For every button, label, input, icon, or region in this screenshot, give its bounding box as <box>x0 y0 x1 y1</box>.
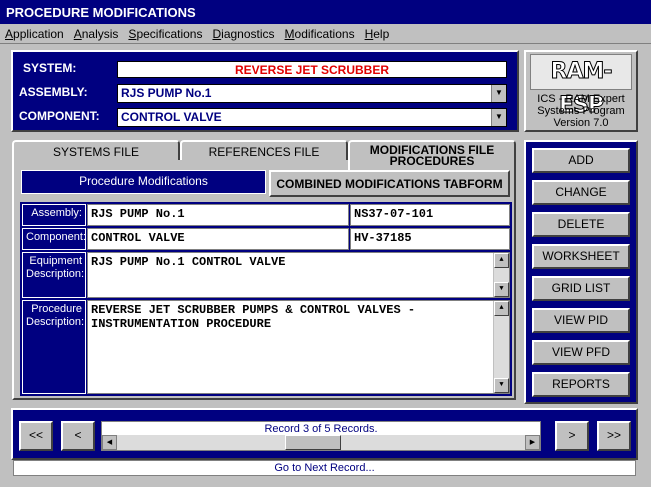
system-label: SYSTEM: <box>23 61 77 75</box>
system-field[interactable]: REVERSE JET SCRUBBER <box>117 61 507 78</box>
logo-line3: Version 7.0 <box>553 117 609 129</box>
assembly-label: ASSEMBLY: <box>19 85 88 99</box>
menu-modifications[interactable]: Modifications <box>280 24 360 44</box>
component-row-label: Component: <box>22 228 86 250</box>
tab-systems-file[interactable]: SYSTEMS FILE <box>12 140 180 160</box>
caption-text: Procedure Modifications <box>79 174 208 188</box>
previous-record-button[interactable]: < <box>61 421 95 451</box>
action-panel: ADD CHANGE DELETE WORKSHEET GRID LIST VIEW PI… <box>524 140 638 404</box>
combined-button-label: COMBINED MODIFICATIONS TABFORM <box>276 177 503 191</box>
record-form: Assembly: RJS PUMP No.1 NS37-07-101 Comp… <box>20 202 512 396</box>
procedure-description-line1: REVERSE JET SCRUBBER PUMPS & CONTROL VAL… <box>91 303 416 317</box>
system-value: REVERSE JET SCRUBBER <box>234 63 390 77</box>
menu-help[interactable]: Help <box>360 24 395 44</box>
chevron-down-icon[interactable]: ▼ <box>491 109 506 126</box>
record-scrollbar[interactable]: ◀ ▶ <box>102 435 540 450</box>
equipment-scrollbar[interactable]: ▲ ▼ <box>493 253 509 297</box>
procedure-scrollbar[interactable]: ▲ ▼ <box>493 301 509 393</box>
procedure-description-line2: INSTRUMENTATION PROCEDURE <box>91 317 272 331</box>
equipment-description-field[interactable]: RJS PUMP No.1 CONTROL VALVE ▲ ▼ <box>87 252 510 298</box>
worksheet-button[interactable]: WORKSHEET <box>532 244 630 269</box>
record-navigator: << < Record 3 of 5 Records. ◀ ▶ > >> <box>11 408 638 460</box>
scroll-down-icon[interactable]: ▼ <box>494 282 509 297</box>
record-count-text: Record 3 of 5 Records. <box>264 423 378 435</box>
scroll-left-icon[interactable]: ◀ <box>102 435 117 450</box>
menu-diagnostics[interactable]: Diagnostics <box>207 24 279 44</box>
view-pid-button[interactable]: VIEW PID <box>532 308 630 333</box>
logo-line1: ICS - RAM Expert <box>537 93 625 105</box>
tab-modifications-sublabel: PROCEDURES <box>389 154 475 168</box>
tab-systems-label: SYSTEMS FILE <box>52 145 140 159</box>
tab-references-file[interactable]: REFERENCES FILE <box>180 140 348 160</box>
view-pfd-button[interactable]: VIEW PFD <box>532 340 630 365</box>
scroll-thumb[interactable] <box>285 435 341 450</box>
grid-list-button[interactable]: GRID LIST <box>532 276 630 301</box>
procedure-description-label: Procedure Description: <box>22 300 86 394</box>
chevron-down-icon[interactable]: ▼ <box>491 85 506 102</box>
change-button[interactable]: CHANGE <box>532 180 630 205</box>
scroll-up-icon[interactable]: ▲ <box>494 301 509 316</box>
procedure-modifications-caption: Procedure Modifications <box>21 170 266 194</box>
last-record-button[interactable]: >> <box>597 421 631 451</box>
menu-specifications[interactable]: Specifications <box>123 24 207 44</box>
component-value: CONTROL VALVE <box>121 110 222 124</box>
tab-modifications-file[interactable]: MODIFICATIONS FILE PROCEDURES <box>348 140 516 170</box>
scroll-up-icon[interactable]: ▲ <box>494 253 509 268</box>
next-record-button[interactable]: > <box>555 421 589 451</box>
menu-application[interactable]: Application <box>0 24 69 44</box>
status-bar: Go to Next Record... <box>13 460 636 476</box>
procedure-description-field[interactable]: REVERSE JET SCRUBBER PUMPS & CONTROL VAL… <box>87 300 510 394</box>
assembly-value: RJS PUMP No.1 <box>121 86 212 100</box>
ram-esp-logo: RAM-ESP <box>530 54 632 119</box>
equipment-description-label: Equipment Description: <box>22 252 86 298</box>
reports-button[interactable]: REPORTS <box>532 372 630 397</box>
record-indicator: Record 3 of 5 Records. ◀ ▶ <box>101 421 541 451</box>
add-button[interactable]: ADD <box>532 148 630 173</box>
tab-references-label: REFERENCES FILE <box>208 145 320 159</box>
assembly-row-label: Assembly: <box>22 204 86 226</box>
tab-content-panel: Procedure Modifications COMBINED MODIFIC… <box>12 160 516 400</box>
logo-line2: Systems Program <box>537 105 625 117</box>
equipment-description-text: RJS PUMP No.1 CONTROL VALVE <box>91 255 286 269</box>
assembly-code-field[interactable]: NS37-07-101 <box>350 204 510 226</box>
menu-analysis[interactable]: Analysis <box>69 24 124 44</box>
scroll-down-icon[interactable]: ▼ <box>494 378 509 393</box>
component-code-field[interactable]: HV-37185 <box>350 228 510 250</box>
assembly-field[interactable]: RJS PUMP No.1 <box>87 204 349 226</box>
logo-panel: RAM-ESP ICS - RAM Expert Systems Program… <box>524 50 638 132</box>
window-title: PROCEDURE MODIFICATIONS <box>0 0 651 24</box>
component-dropdown[interactable]: CONTROL VALVE ▼ <box>117 108 507 127</box>
first-record-button[interactable]: << <box>19 421 53 451</box>
component-field[interactable]: CONTROL VALVE <box>87 228 349 250</box>
header-panel: SYSTEM: REVERSE JET SCRUBBER ASSEMBLY: R… <box>11 50 519 132</box>
assembly-dropdown[interactable]: RJS PUMP No.1 ▼ <box>117 84 507 103</box>
menu-bar: Application Analysis Specifications Diagnos… <box>0 24 651 44</box>
scroll-right-icon[interactable]: ▶ <box>525 435 540 450</box>
delete-button[interactable]: DELETE <box>532 212 630 237</box>
component-label: COMPONENT: <box>19 109 100 123</box>
status-text: Go to Next Record... <box>274 462 375 474</box>
combined-modifications-button[interactable]: COMBINED MODIFICATIONS TABFORM <box>269 170 510 197</box>
